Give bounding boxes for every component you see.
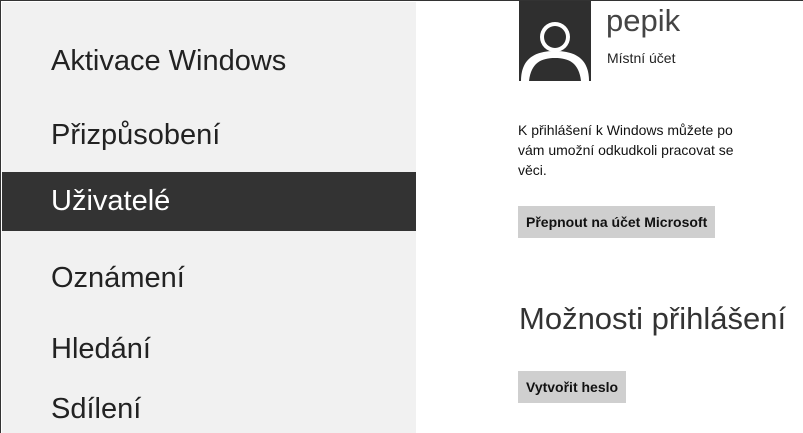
- info-line-2: vám umožní odkudkoli pracovat se: [518, 142, 734, 158]
- sign-in-options-title: Možnosti přihlášení: [519, 301, 787, 336]
- create-password-button[interactable]: Vytvořit heslo: [518, 371, 627, 403]
- sidebar-item-activation[interactable]: Aktivace Windows: [2, 32, 416, 91]
- settings-window: Aktivace Windows Přizpůsobení Uživatelé …: [0, 0, 803, 433]
- info-line-3: věci.: [518, 162, 547, 178]
- sidebar: Aktivace Windows Přizpůsobení Uživatelé …: [2, 2, 416, 433]
- account-info-text: K přihlášení k Windows můžete po vám umo…: [518, 120, 803, 180]
- main-content: pepik Místní účet K přihlášení k Windows…: [417, 1, 803, 433]
- sidebar-item-sharing[interactable]: Sdílení: [2, 380, 416, 433]
- sidebar-item-notifications[interactable]: Oznámení: [2, 249, 416, 308]
- sidebar-item-search[interactable]: Hledání: [2, 320, 416, 379]
- user-name: pepik: [606, 3, 681, 38]
- sidebar-item-users[interactable]: Uživatelé: [2, 172, 416, 231]
- sidebar-item-personalization[interactable]: Přizpůsobení: [2, 106, 416, 165]
- user-avatar-icon: [519, 1, 591, 81]
- account-type: Místní účet: [607, 50, 676, 66]
- switch-to-microsoft-account-button[interactable]: Přepnout na účet Microsoft: [518, 206, 716, 238]
- info-line-1: K přihlášení k Windows můžete po: [518, 122, 733, 138]
